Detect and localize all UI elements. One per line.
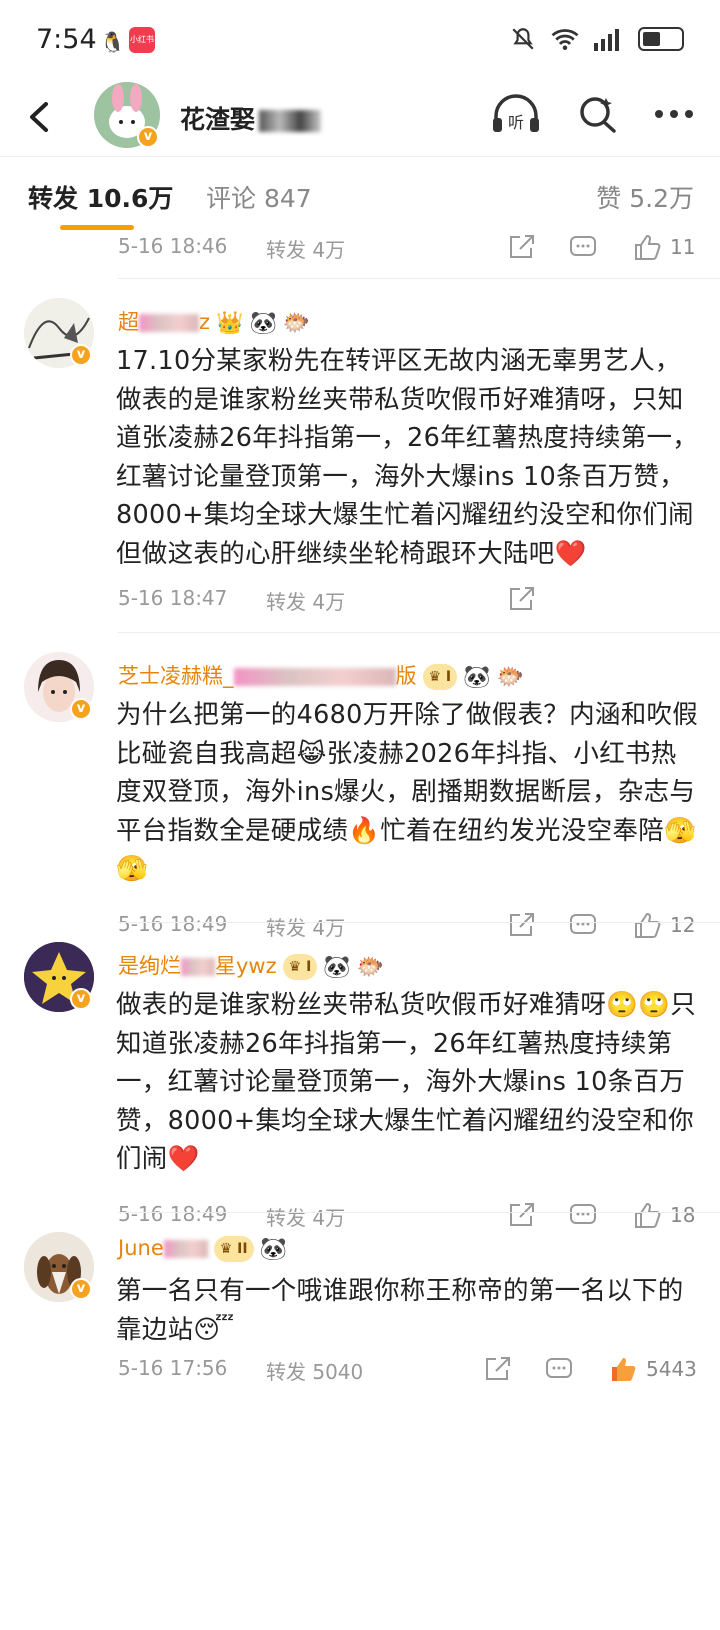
top-bar: v 花渣娶 听	[0, 80, 720, 156]
post-time: 5-16 18:49	[118, 912, 228, 936]
page-title: 花渣娶	[180, 100, 322, 136]
repost-text: 做表的是谁家粉丝夹带私货吹假币好难猜呀🙄🙄只知道张凌赫26年抖指第一，26年红薯…	[116, 990, 697, 1174]
repost-count: 转发 5040	[266, 1360, 364, 1384]
qq-icon: 🐧	[100, 30, 125, 54]
battery-icon	[638, 27, 684, 51]
thumbs-up-icon	[635, 234, 661, 260]
tab-bar: 转发 10.6万 评论 847 赞 5.2万	[0, 156, 720, 234]
mute-icon	[512, 28, 534, 50]
action-row: 5-16 18:47 转发 4万	[0, 586, 720, 626]
back-icon[interactable]	[20, 92, 60, 142]
signal-icon	[594, 29, 619, 51]
puffer-icon: 🐡	[496, 664, 524, 690]
like-count: 11	[670, 235, 696, 259]
repost-count: 转发 4万	[266, 238, 346, 262]
more-icon[interactable]	[654, 108, 694, 120]
verified-badge-icon: v	[70, 988, 92, 1010]
comment-icon[interactable]	[568, 910, 598, 940]
panda-icon: 🐼	[323, 954, 351, 980]
like-button[interactable]: 18	[632, 1200, 695, 1230]
action-row: 5-16 18:49 转发 4万 18	[0, 1202, 720, 1242]
action-row	[0, 1590, 720, 1630]
repost-count: 转发 4万	[266, 916, 346, 940]
tab-like[interactable]: 赞 5.2万	[596, 179, 694, 215]
verified-badge-icon: v	[137, 126, 159, 148]
repost-text: 为什么把第一的4680万开除了做假表？内涵和吹假比碰瓷自我高超😹张凌赫2026年…	[116, 700, 699, 884]
headphones-icon[interactable]: 听	[490, 92, 542, 136]
post-time: 5-16 18:46	[118, 234, 228, 258]
crown-badge-icon: ♛ I	[282, 954, 318, 980]
repost-text: 第一名只有一个哦谁跟你称王称帝的第一名以下的靠边站😴	[116, 1276, 684, 1345]
verified-badge-icon: v	[70, 344, 92, 366]
like-count: 18	[670, 1203, 696, 1227]
status-bar: 7:54 🐧 小红书	[0, 0, 720, 80]
thumbs-up-icon	[635, 1202, 661, 1228]
app-badge-icon: 小红书	[129, 27, 155, 53]
verified-badge-icon: v	[70, 1278, 92, 1300]
username[interactable]: 芝士凌赫糕_ 版 ♛ I 🐼 🐡	[118, 660, 524, 690]
like-count: 5443	[646, 1357, 697, 1381]
thumbs-up-filled-icon	[612, 1358, 636, 1381]
crown-badge-icon: ♛ I	[422, 664, 458, 690]
like-button[interactable]: 5443	[608, 1354, 697, 1384]
crown-icon: 👑	[216, 310, 244, 336]
username[interactable]: June ♛ II 🐼	[118, 1236, 287, 1262]
action-row: 5-16 18:46 转发 4万 11	[0, 234, 720, 274]
share-icon[interactable]	[506, 232, 536, 262]
divider	[118, 632, 720, 633]
puffer-icon: 🐡	[356, 954, 385, 980]
repost-text: 17.10分某家粉先在转评区无故内涵无辜男艺人，做表的是谁家粉丝夹带私货吹假币好…	[116, 346, 699, 569]
action-row: 5-16 18:49 转发 4万 12	[0, 912, 720, 952]
post-time: 5-16 18:49	[118, 1202, 228, 1226]
post-time: 5-16 18:47	[118, 586, 228, 610]
svg-text:听: 听	[508, 113, 524, 132]
repost-count: 转发 4万	[266, 590, 346, 614]
divider	[118, 1212, 720, 1213]
divider	[118, 922, 720, 923]
tab-comment[interactable]: 评论 847	[206, 179, 312, 215]
panda-icon: 🐼	[249, 310, 277, 336]
share-icon[interactable]	[506, 910, 536, 940]
share-icon[interactable]	[482, 1354, 512, 1384]
share-icon[interactable]	[506, 1200, 536, 1230]
tab-repost[interactable]: 转发 10.6万	[28, 179, 173, 215]
active-tab-indicator	[60, 225, 134, 230]
puffer-icon: 🐡	[282, 310, 311, 336]
wifi-icon	[551, 29, 579, 50]
verified-badge-icon: v	[70, 698, 92, 720]
comment-icon[interactable]	[544, 1354, 574, 1384]
divider	[118, 278, 720, 279]
like-button[interactable]: 11	[632, 232, 695, 262]
search-icon[interactable]	[578, 94, 618, 134]
post-time: 5-16 17:56	[118, 1356, 228, 1380]
comment-icon[interactable]	[568, 1200, 598, 1230]
repost-count: 转发 4万	[266, 1206, 346, 1230]
comment-icon[interactable]	[568, 232, 598, 262]
username[interactable]: 超 z 👑 🐼 🐡	[118, 306, 310, 336]
like-count: 12	[670, 913, 696, 937]
thumbs-up-icon	[635, 912, 661, 938]
action-row: 5-16 17:56 转发 5040 5443	[0, 1356, 720, 1396]
username[interactable]: 是绚烂 星ywz ♛ I 🐼 🐡	[118, 950, 384, 980]
panda-icon: 🐼	[259, 1236, 287, 1262]
like-button[interactable]: 12	[632, 910, 695, 940]
share-icon[interactable]	[506, 584, 536, 614]
panda-icon: 🐼	[463, 664, 491, 690]
status-time: 7:54	[36, 24, 97, 55]
crown-badge-icon: ♛ II	[213, 1236, 254, 1262]
